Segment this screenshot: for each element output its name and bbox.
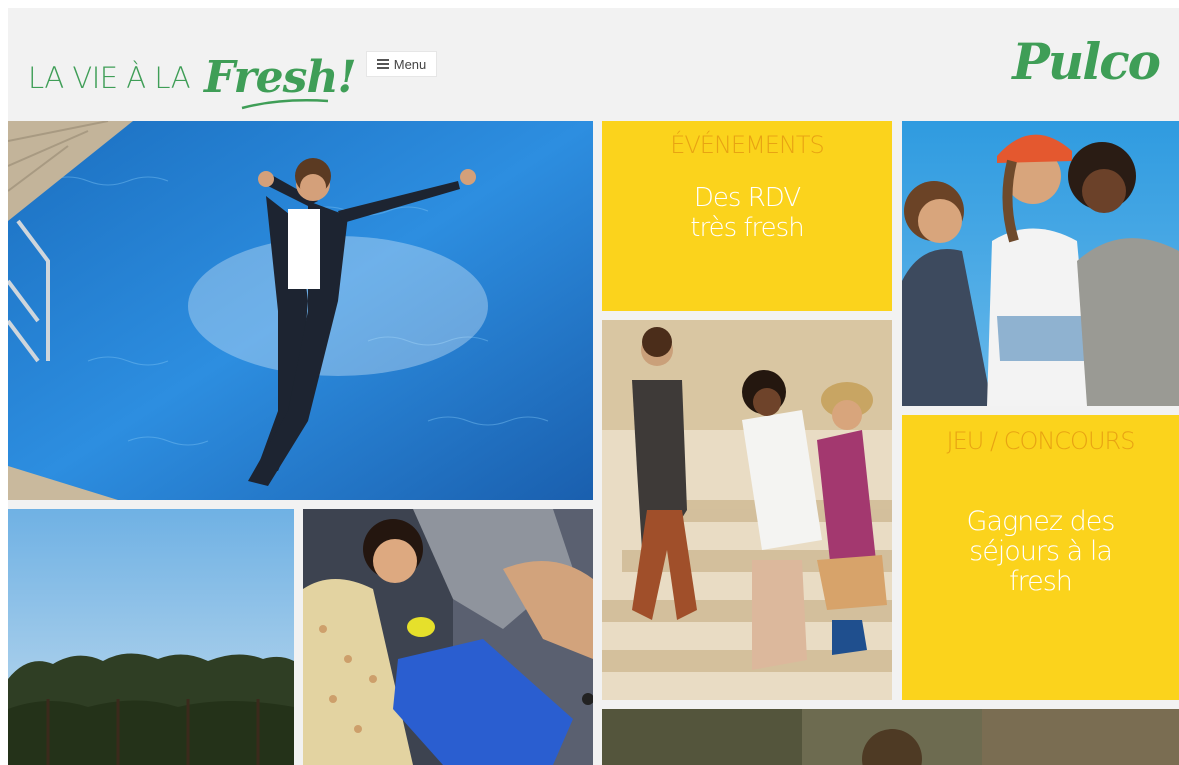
photo-tile-pool[interactable] bbox=[8, 121, 593, 500]
site-header: LA VIE À LA Fresh! Menu Pulco bbox=[8, 8, 1179, 121]
page-frame: LA VIE À LA Fresh! Menu Pulco ÉVÉNEMENTS… bbox=[8, 8, 1179, 765]
photo-tile-couple[interactable] bbox=[303, 509, 593, 765]
brand-logo[interactable]: Pulco bbox=[1012, 32, 1161, 91]
swash-decoration bbox=[241, 99, 329, 110]
menu-button[interactable]: Menu bbox=[366, 51, 437, 77]
menu-label: Menu bbox=[393, 56, 427, 72]
events-kicker: ÉVÉNEMENTS bbox=[670, 131, 825, 159]
site-logo[interactable]: LA VIE À LA Fresh! bbox=[28, 48, 357, 110]
tagline-script: Fresh! bbox=[204, 52, 357, 103]
contest-kicker: JEU / CONCOURS bbox=[946, 427, 1136, 455]
tagline-prefix: LA VIE À LA bbox=[28, 61, 191, 95]
events-headline-1: Des RDV bbox=[693, 183, 801, 213]
friends-photo bbox=[902, 121, 1179, 406]
stairs-photo bbox=[602, 320, 892, 700]
pool-photo bbox=[8, 121, 593, 500]
contest-headline-2: séjours à la bbox=[969, 536, 1113, 567]
hamburger-icon bbox=[376, 59, 389, 69]
photo-tile-friends[interactable] bbox=[902, 121, 1179, 406]
couple-photo bbox=[303, 509, 593, 765]
events-headline-2: très fresh bbox=[690, 213, 804, 243]
events-tile[interactable]: ÉVÉNEMENTS Des RDV très fresh bbox=[602, 121, 892, 311]
contest-tile[interactable]: JEU / CONCOURS Gagnez des séjours à la f… bbox=[902, 415, 1179, 700]
photo-tile-stairs[interactable] bbox=[602, 320, 892, 700]
forest-photo bbox=[8, 509, 294, 765]
contest-headline-1: Gagnez des bbox=[966, 506, 1116, 537]
photo-tile-bottom[interactable] bbox=[602, 709, 1179, 765]
photo-tile-forest[interactable] bbox=[8, 509, 294, 765]
bottom-photo bbox=[602, 709, 1179, 765]
contest-headline-3: fresh bbox=[1009, 566, 1073, 597]
